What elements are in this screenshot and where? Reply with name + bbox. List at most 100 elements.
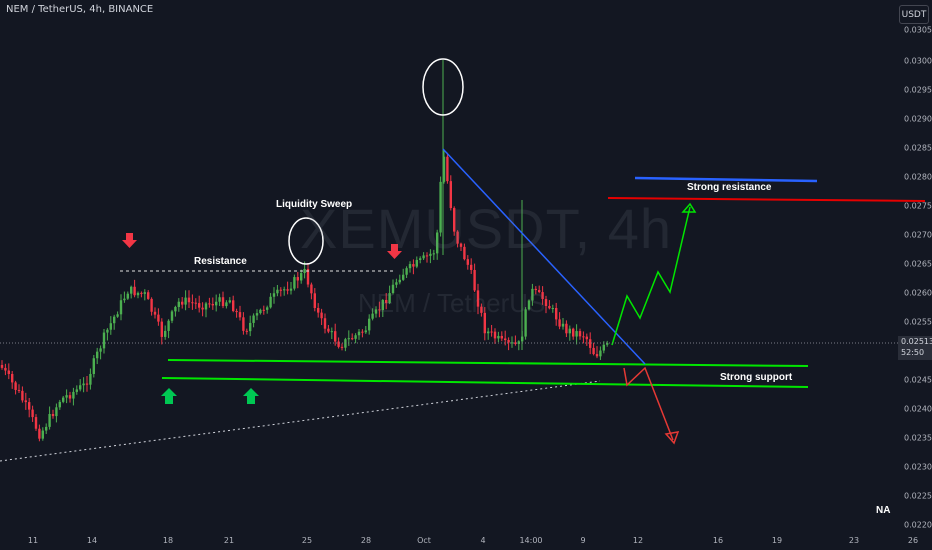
time-tick: 23 <box>848 536 860 545</box>
candle-body <box>31 409 34 418</box>
time-tick: 26 <box>907 536 919 545</box>
candle-body <box>167 320 170 331</box>
candle-body <box>595 354 599 357</box>
candle-body <box>130 286 133 294</box>
candle-body <box>109 323 112 330</box>
candle-body <box>85 383 89 385</box>
candle-body <box>500 335 503 339</box>
candle-body <box>0 365 4 368</box>
green-up-arrow-icon <box>243 388 259 404</box>
candle-body <box>446 156 449 182</box>
candle-body <box>300 273 303 281</box>
currency-button[interactable]: USDT <box>899 5 929 24</box>
time-tick: 14 <box>86 536 98 545</box>
candle-body <box>34 417 38 429</box>
current-price-value: 0.02513 <box>901 337 932 346</box>
red-down-arrow-icon <box>122 233 137 248</box>
candle-body <box>228 300 231 303</box>
candle-body <box>238 312 242 318</box>
price-tick: 0.02350 <box>904 433 932 443</box>
candle-body <box>62 397 65 402</box>
price-tick: 0.02400 <box>904 404 932 414</box>
candle-body <box>334 331 337 342</box>
candle-body <box>504 338 507 341</box>
candle-body <box>347 338 350 340</box>
candle-body <box>136 292 140 296</box>
candle-body <box>79 385 82 390</box>
candle-body <box>364 330 367 333</box>
candle-body <box>296 277 299 281</box>
candle-body <box>181 301 184 305</box>
candle-body <box>92 358 95 374</box>
candle-body <box>204 303 208 310</box>
candle-body <box>303 268 306 274</box>
candle-body <box>555 307 558 320</box>
time-tick: Oct <box>417 536 431 545</box>
time-tick: 18 <box>162 536 174 545</box>
candle-body <box>259 309 262 314</box>
candle-body <box>487 331 490 334</box>
price-tick: 0.02650 <box>904 259 932 269</box>
symbol-header[interactable]: NEM / TetherUS, 4h, BINANCE <box>6 4 153 15</box>
rising-trendline[interactable] <box>0 380 601 462</box>
candle-body <box>208 303 211 305</box>
candle-body <box>45 426 48 431</box>
candle-body <box>89 373 92 385</box>
candle-body <box>48 413 51 427</box>
price-tick: 0.03050 <box>904 25 932 35</box>
candle-body <box>215 301 218 306</box>
time-tick: 4 <box>480 536 486 545</box>
candle-body <box>28 402 31 410</box>
price-tick: 0.02600 <box>904 288 932 298</box>
candle-body <box>51 413 55 417</box>
candle-body <box>602 344 605 351</box>
price-tick: 0.02250 <box>904 491 932 501</box>
time-tick: 11 <box>27 536 39 545</box>
time-tick: 19 <box>771 536 783 545</box>
na-label: NA <box>876 505 891 516</box>
candle-body <box>150 298 153 312</box>
candle-body <box>245 330 248 332</box>
liquidity-sweep-label: Liquidity Sweep <box>276 199 353 210</box>
candle-body <box>279 289 282 291</box>
candle-body <box>194 302 197 304</box>
price-tick: 0.02950 <box>904 85 932 95</box>
candle-body <box>572 328 575 337</box>
strong-resistance-blue-line[interactable] <box>634 176 818 183</box>
candle-body <box>317 307 320 313</box>
candle-body <box>218 297 221 302</box>
candle-body <box>507 340 510 343</box>
support-line-lower[interactable] <box>161 377 809 388</box>
green-up-arrow-icon <box>161 388 177 404</box>
candle-body <box>147 292 150 299</box>
candle-body <box>119 300 123 315</box>
time-tick: 14:00 <box>519 536 543 545</box>
projected-down-path <box>623 366 674 441</box>
candle-body <box>24 400 27 403</box>
candle-body <box>143 292 146 294</box>
candle-body <box>170 311 174 321</box>
candle-body <box>72 391 75 399</box>
candle-body <box>96 351 99 359</box>
price-tick: 0.02700 <box>904 230 932 240</box>
candle-body <box>211 303 214 306</box>
candle-body <box>55 407 58 417</box>
candle-body <box>568 328 571 334</box>
candle-body <box>323 318 327 329</box>
candle-body <box>592 347 595 355</box>
support-line-upper[interactable] <box>167 359 809 367</box>
candle-body <box>116 314 119 317</box>
candle-body <box>99 348 102 352</box>
price-chart[interactable] <box>0 0 932 550</box>
candle-body <box>361 331 364 333</box>
candle-body <box>38 428 41 439</box>
candle-body <box>561 323 565 327</box>
time-tick: 28 <box>360 536 372 545</box>
symbol-watermark: XEMUSDT, 4h <box>300 197 672 260</box>
price-tick: 0.02550 <box>904 317 932 327</box>
strong-support-label: Strong support <box>720 372 793 383</box>
candle-body <box>266 307 269 310</box>
candle-body <box>82 383 85 386</box>
candle-body <box>174 306 177 312</box>
candle-body <box>340 346 344 348</box>
